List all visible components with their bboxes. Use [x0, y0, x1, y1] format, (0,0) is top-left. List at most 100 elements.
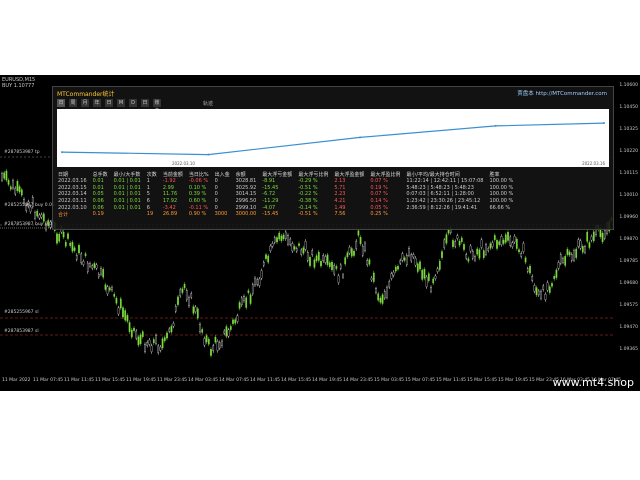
stats-cell: 100.00 % [489, 191, 514, 198]
toolbar-button[interactable]: 年 [93, 99, 101, 107]
stats-cell: 0.01 | 0.01 [113, 204, 141, 211]
time-label: 14 Mar 11:45 [250, 378, 281, 383]
time-label: 14 Mar 03:45 [188, 378, 219, 383]
candle-body [375, 288, 377, 293]
candle-body [36, 210, 39, 217]
candle-body [190, 293, 193, 298]
stats-header-row: 日期 总手数 最小/大手数 次数 当前金额 当日比% 出入金 余额 最大浮亏金额 最大浮亏比例 最大… [55, 171, 516, 178]
toolbar-button[interactable]: 日 [57, 99, 65, 107]
stats-cell: 0.25 % [370, 211, 388, 218]
candle-body [500, 236, 503, 245]
header-cell: 日期 [58, 172, 69, 178]
price-label: 1.09785 [619, 259, 638, 264]
stats-cell: -8.91 [262, 178, 276, 185]
candle-body [421, 270, 424, 280]
candle-body [289, 238, 292, 245]
stats-cell: -0.38 % [298, 198, 318, 205]
candle-body [161, 338, 164, 349]
stats-cell: 7.56 [334, 211, 346, 218]
candle-body [137, 336, 140, 346]
candle-body [278, 232, 281, 240]
candle-body [1, 173, 3, 181]
equity-point [61, 151, 63, 154]
candle-body [56, 233, 58, 244]
candle-body [207, 338, 210, 345]
panel-link[interactable]: 贾盘本 http://MTCommander.com [517, 89, 607, 97]
stats-cell: 1 [146, 184, 150, 191]
candle-body [432, 278, 435, 284]
candle-body [405, 255, 408, 266]
candle-body [537, 290, 540, 296]
candle-body [601, 232, 604, 243]
candle-body [309, 257, 311, 266]
candle-body [113, 294, 116, 297]
toolbar-button[interactable]: D [129, 99, 137, 107]
candle-body [427, 273, 430, 281]
candle-body [498, 241, 501, 245]
stats-cell: 2999.10 [235, 204, 257, 211]
header-cell: 最大浮盈比例 [370, 172, 401, 178]
panel-toolbar: 日周月年日MD日账户 [57, 99, 161, 114]
candle-body [194, 306, 197, 312]
candle-body [196, 308, 199, 319]
stats-cell: 26.89 [162, 211, 178, 218]
order-label-tp: #287853987 tp [4, 150, 40, 155]
equity-curve-svg [61, 122, 605, 156]
stats-cell: -0.06 % [188, 178, 209, 185]
candle-body [199, 324, 201, 333]
toolbar-button[interactable]: 日 [141, 99, 149, 107]
candle-body [192, 306, 195, 314]
candle-body [575, 248, 578, 258]
candle-body [86, 262, 89, 272]
watermark: www.mt4.shop [552, 376, 634, 389]
candle-body [203, 338, 206, 346]
stats-cell: 6 [146, 198, 150, 205]
candle-body [174, 306, 177, 312]
toolbar-button[interactable]: 日 [105, 99, 113, 107]
candle-body [298, 243, 300, 246]
candle-body [423, 269, 426, 279]
candle-body [331, 261, 333, 271]
stats-cell: 0.19 % [370, 184, 388, 191]
stats-cell: 3000.00 [235, 211, 257, 218]
candle-body [454, 241, 457, 247]
stats-cell: 0.07 % [370, 191, 388, 198]
candle-body [12, 180, 14, 189]
stats-cell: 0.01 | 0.01 [113, 178, 141, 185]
candle-body [456, 235, 459, 239]
time-label: 15 Mar 19:45 [498, 378, 529, 383]
candle-body [104, 284, 107, 290]
toolbar-button[interactable]: 周 [69, 99, 77, 107]
stats-cell: 2996.50 [235, 198, 257, 205]
header-cell: 最大浮亏金额 [262, 172, 293, 178]
stats-cell [111, 211, 144, 218]
candle-body [159, 346, 162, 351]
stats-cell: -3.42 [162, 204, 176, 211]
header-cell: 最小/平均/最大持仓时间 [406, 172, 460, 178]
price-label: 1.10450 [619, 105, 638, 110]
candle-body [370, 277, 373, 281]
candle-body [533, 285, 536, 292]
toolbar-button[interactable]: 账户 [153, 99, 161, 114]
candle-body [84, 253, 87, 256]
curve-end-label: 2022.03.16 [582, 161, 605, 166]
candle-body [520, 253, 523, 257]
candle-body [166, 332, 168, 339]
stats-cell: 5.71 [334, 184, 346, 191]
toolbar-button[interactable]: 月 [81, 99, 89, 107]
candle-body [573, 250, 575, 261]
stats-cell: 6 [146, 204, 150, 211]
stats-cell: -15.45 [262, 184, 279, 191]
stats-cell: 0.10 % [188, 184, 207, 191]
candle-body [82, 261, 85, 265]
candle-body [603, 229, 606, 239]
candle-body [553, 276, 556, 279]
stats-cell: 100.00 % [489, 184, 514, 191]
candle-body [152, 339, 155, 344]
candle-body [249, 294, 252, 304]
candle-body [377, 293, 380, 301]
stats-cell: -4.07 [262, 204, 276, 211]
candle-body [260, 270, 263, 279]
toolbar-button[interactable]: M [117, 99, 125, 107]
time-label: 11 Mar 07:45 [33, 378, 64, 383]
